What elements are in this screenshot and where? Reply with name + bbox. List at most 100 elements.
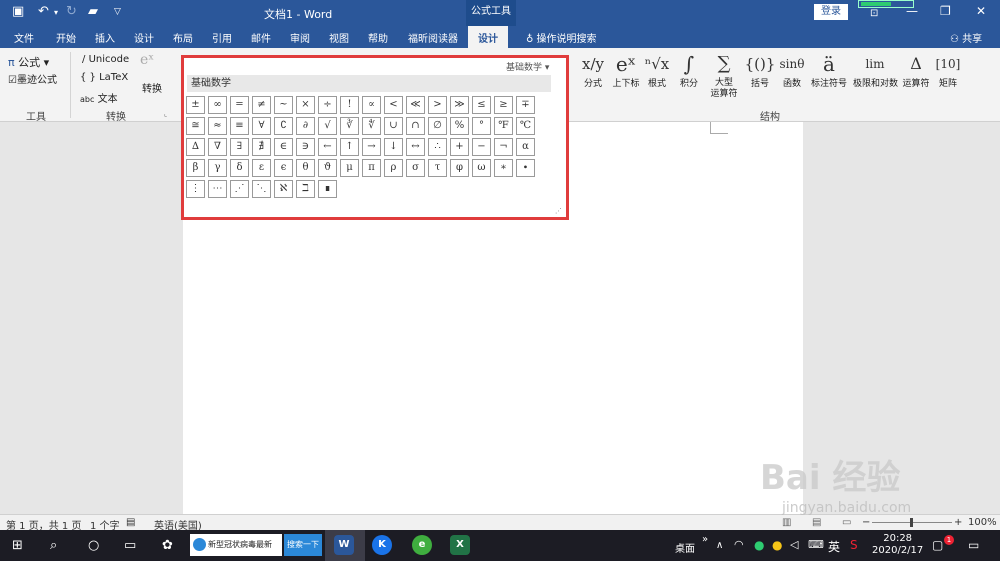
symbol-button[interactable]: α	[516, 138, 535, 156]
close-icon[interactable]: ✕	[976, 4, 986, 18]
symbol-button[interactable]: √	[318, 117, 337, 135]
input-method-indicator[interactable]: 英	[828, 538, 840, 555]
structure-large-operator[interactable]: ∑ 大型 运算符	[704, 50, 744, 100]
symbol-button[interactable]: ∝	[362, 96, 381, 114]
symbol-button[interactable]: ∆	[186, 138, 205, 156]
structure-function[interactable]: sinθ 函数	[772, 50, 812, 90]
tell-me-search[interactable]: ♁ 操作说明搜索	[526, 30, 597, 45]
search-button[interactable]: 搜索一下	[284, 534, 322, 556]
symbol-button[interactable]: φ	[450, 159, 469, 177]
symbol-button[interactable]: ∀	[252, 117, 271, 135]
symbol-button[interactable]: δ	[230, 159, 249, 177]
symbol-button[interactable]: ≤	[472, 96, 491, 114]
login-button[interactable]: 登录	[814, 4, 848, 20]
symbol-button[interactable]: ↑	[340, 138, 359, 156]
structure-integral[interactable]: ∫ 积分	[669, 50, 709, 90]
symbol-button[interactable]: β	[186, 159, 205, 177]
symbol-button[interactable]: ⋯	[208, 180, 227, 198]
symbol-button[interactable]: ℵ	[274, 180, 293, 198]
symbol-button[interactable]: ℉	[494, 117, 513, 135]
save-icon[interactable]: ▣	[12, 4, 24, 19]
symbol-button[interactable]: ±	[186, 96, 205, 114]
tab-foxit-reader[interactable]: 福昕阅读器	[408, 30, 458, 45]
symbol-button[interactable]: ∴	[428, 138, 447, 156]
search-icon[interactable]: ⌕	[50, 538, 57, 553]
symbol-button[interactable]: ≫	[450, 96, 469, 114]
notification-icon[interactable]: ▢	[932, 538, 943, 552]
symbol-button[interactable]: °	[472, 117, 491, 135]
symbol-button[interactable]: σ	[406, 159, 425, 177]
symbol-button[interactable]: ≈	[208, 117, 227, 135]
symbol-button[interactable]: −	[472, 138, 491, 156]
symbol-button[interactable]: ∞	[208, 96, 227, 114]
symbol-button[interactable]: ¬	[494, 138, 513, 156]
action-center-icon[interactable]: ▭	[968, 538, 979, 552]
symbol-button[interactable]: ϵ	[274, 159, 293, 177]
browser-app-icon[interactable]: e	[412, 535, 432, 555]
symbol-button[interactable]: ~	[274, 96, 293, 114]
symbol-button[interactable]: ≪	[406, 96, 425, 114]
symbol-button[interactable]: >	[428, 96, 447, 114]
symbol-button[interactable]: γ	[208, 159, 227, 177]
symbol-button[interactable]: ⋱	[252, 180, 271, 198]
tab-help[interactable]: 帮助	[368, 30, 388, 45]
tab-insert[interactable]: 插入	[95, 30, 115, 45]
symbol-button[interactable]: ∙	[516, 159, 535, 177]
minimize-icon[interactable]: —	[906, 4, 918, 18]
symbol-button[interactable]: +	[450, 138, 469, 156]
tab-file[interactable]: 文件	[14, 30, 34, 45]
ink-equation-button[interactable]: ☑墨迹公式	[8, 71, 57, 86]
equation-button[interactable]: π 公式 ▾	[8, 54, 49, 70]
symbol-button[interactable]: ∁	[274, 117, 293, 135]
gallery-category-dropdown[interactable]: 基础数学 ▾	[506, 60, 549, 73]
edge-search-box[interactable]: 新型冠状病毒最新	[190, 534, 282, 556]
pinwheel-app-icon[interactable]: ✿	[162, 538, 173, 553]
symbol-button[interactable]: τ	[428, 159, 447, 177]
tab-view[interactable]: 视图	[329, 30, 349, 45]
symbol-button[interactable]: ∋	[296, 138, 315, 156]
symbol-button[interactable]: ε	[252, 159, 271, 177]
symbol-button[interactable]: ∇	[208, 138, 227, 156]
structure-accent[interactable]: ä 标注符号	[809, 50, 849, 90]
tab-mailings[interactable]: 邮件	[251, 30, 271, 45]
symbol-button[interactable]: ∄	[252, 138, 271, 156]
symbol-button[interactable]: ↓	[384, 138, 403, 156]
symbol-button[interactable]: ∪	[384, 117, 403, 135]
redo-icon[interactable]: ↻	[66, 4, 77, 19]
keyboard-icon[interactable]: ⌨	[808, 538, 824, 551]
convert-button[interactable]: 转换	[142, 80, 162, 95]
symbol-button[interactable]: θ	[296, 159, 315, 177]
symbol-button[interactable]: =	[230, 96, 249, 114]
symbol-button[interactable]: ↔	[406, 138, 425, 156]
undo-icon[interactable]: ↶	[38, 4, 49, 19]
cortana-icon[interactable]: ○	[88, 538, 99, 553]
symbol-button[interactable]: ω	[472, 159, 491, 177]
ribbon-display-icon[interactable]: ⊡	[870, 8, 878, 19]
structure-matrix[interactable]: [10] 矩阵	[928, 50, 968, 90]
symbol-button[interactable]: ←	[318, 138, 337, 156]
tab-design[interactable]: 设计	[134, 30, 154, 45]
zoom-in-button[interactable]: +	[954, 517, 962, 528]
latex-option[interactable]: { } LaTeX	[80, 72, 128, 83]
zoom-slider-thumb[interactable]	[910, 518, 913, 527]
symbol-button[interactable]: ÷	[318, 96, 337, 114]
text-option[interactable]: abc 文本	[80, 90, 118, 105]
tab-review[interactable]: 审阅	[290, 30, 310, 45]
tab-layout[interactable]: 布局	[173, 30, 193, 45]
show-hidden-icons[interactable]: ∧	[716, 540, 723, 551]
system-clock[interactable]: 20:28 2020/2/17	[872, 533, 923, 557]
symbol-button[interactable]: ×	[296, 96, 315, 114]
sogou-ime-icon[interactable]: S	[850, 538, 858, 552]
symbol-button[interactable]: ℃	[516, 117, 535, 135]
symbol-button[interactable]: <	[384, 96, 403, 114]
symbol-button[interactable]: ∓	[516, 96, 535, 114]
symbol-button[interactable]: ∩	[406, 117, 425, 135]
symbol-button[interactable]: ∅	[428, 117, 447, 135]
undo-dropdown-icon[interactable]: ▾	[54, 8, 58, 17]
wifi-icon[interactable]: ◠	[734, 538, 744, 551]
symbol-button[interactable]: ∃	[230, 138, 249, 156]
symbol-button[interactable]: ∜	[362, 117, 381, 135]
proofing-icon[interactable]: ▤	[126, 517, 135, 528]
symbol-button[interactable]: ≠	[252, 96, 271, 114]
open-folder-icon[interactable]: ▰	[88, 4, 98, 19]
